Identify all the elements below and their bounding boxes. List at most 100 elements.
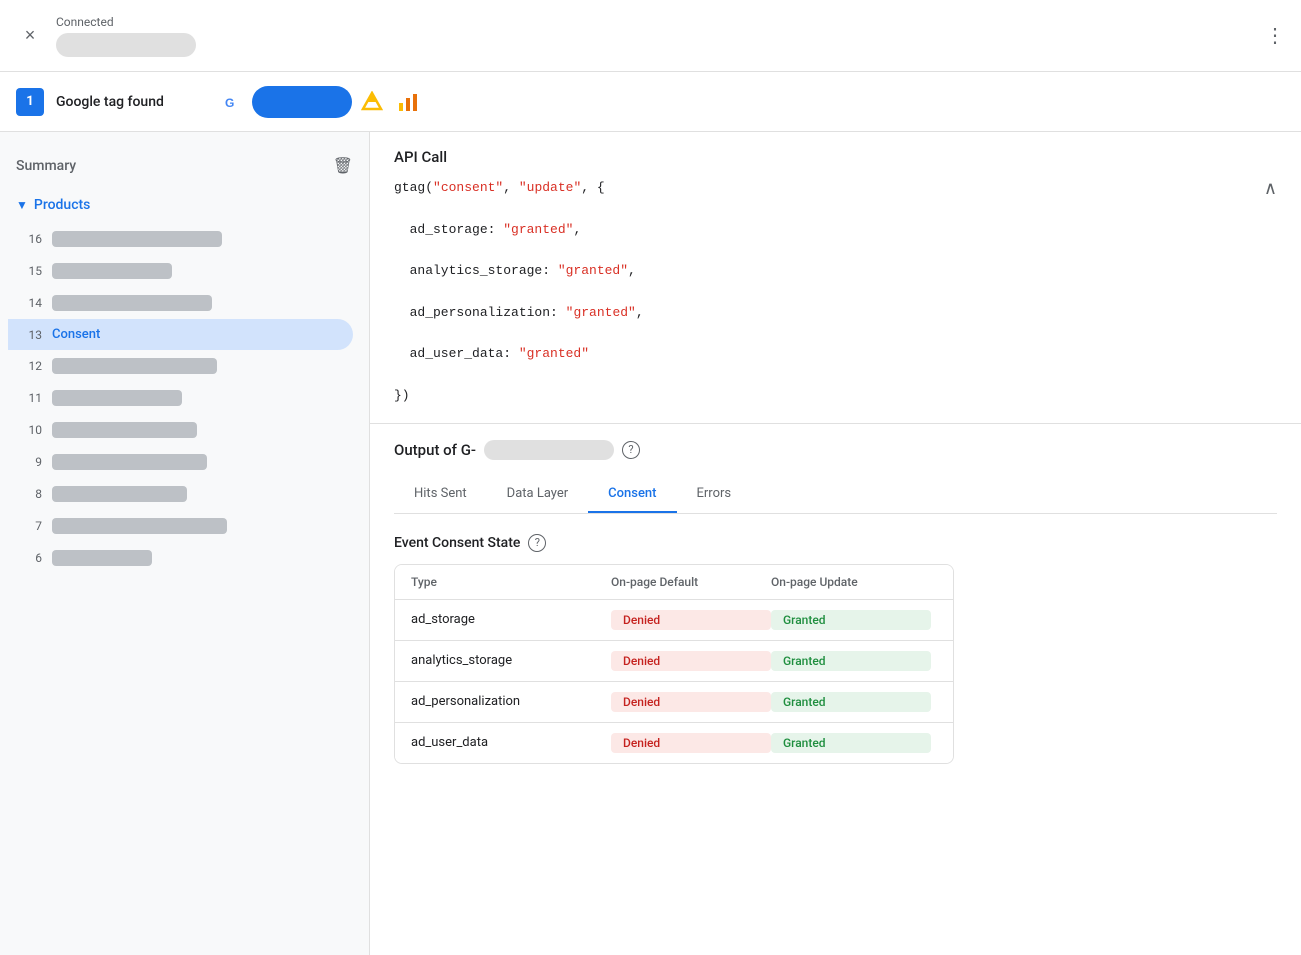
tab-hits-sent[interactable]: Hits Sent: [394, 476, 487, 513]
consent-default-analytics-storage: Denied: [611, 651, 771, 671]
consent-state-header: Event Consent State ?: [394, 534, 1277, 552]
tab-consent[interactable]: Consent: [588, 476, 676, 513]
more-button[interactable]: ⋮: [1265, 23, 1285, 48]
consent-help-icon[interactable]: ?: [528, 534, 546, 552]
code-ad-storage-val: "granted": [503, 222, 573, 237]
sidebar-item-14[interactable]: 14: [8, 287, 353, 319]
item-bar-7: [52, 518, 227, 534]
code-line-1: gtag("consent", "update", {: [394, 178, 1277, 199]
tab-errors[interactable]: Errors: [677, 476, 752, 513]
code-analytics-storage-val: "granted": [558, 263, 628, 278]
sidebar-item-6[interactable]: 6: [8, 542, 353, 574]
sidebar-item-15[interactable]: 15: [8, 255, 353, 287]
header-icons: G: [216, 86, 424, 118]
connected-label: Connected: [56, 15, 196, 57]
sidebar-items: 16 15 14 13 Consent: [8, 219, 361, 578]
code-line-5: ad_user_data: "granted": [394, 344, 1277, 365]
products-arrow-icon: ▼: [16, 198, 28, 212]
collapse-button[interactable]: ∧: [1264, 178, 1277, 199]
consent-row-ad-storage: ad_storage Denied Granted: [395, 600, 953, 641]
code-line-2: ad_storage: "granted",: [394, 220, 1277, 241]
output-tabs: Hits Sent Data Layer Consent Errors: [394, 476, 1277, 514]
consent-default-ad-personalization: Denied: [611, 692, 771, 712]
item-bar-12: [52, 358, 217, 374]
item-num-10: 10: [24, 423, 42, 437]
sidebar-item-7[interactable]: 7: [8, 510, 353, 542]
item-bar-8: [52, 486, 187, 502]
item-num-13: 13: [24, 328, 42, 342]
consent-row-analytics-storage: analytics_storage Denied Granted: [395, 641, 953, 682]
item-num-12: 12: [24, 359, 42, 373]
tag-found-label: Google tag found: [56, 94, 164, 110]
item-num-15: 15: [24, 264, 42, 278]
consent-default-ad-user-data: Denied: [611, 733, 771, 753]
code-update-str: "update": [519, 180, 581, 195]
item-bar-6: [52, 550, 152, 566]
trash-icon[interactable]: 🗑: [333, 156, 353, 175]
sidebar-item-8[interactable]: 8: [8, 478, 353, 510]
summary-label: Summary: [16, 158, 76, 174]
sidebar-item-9[interactable]: 9: [8, 446, 353, 478]
col-update: On-page Update: [771, 575, 931, 589]
item-bar-11: [52, 390, 182, 406]
sidebar-item-16[interactable]: 16: [8, 223, 353, 255]
consent-row-ad-personalization: ad_personalization Denied Granted: [395, 682, 953, 723]
item-num-9: 9: [24, 455, 42, 469]
consent-type-ad-storage: ad_storage: [411, 612, 611, 627]
col-type: Type: [411, 575, 611, 589]
header-bar: 1 Google tag found G: [0, 72, 1301, 132]
products-section: ▼ Products 16 15 14: [0, 191, 369, 578]
tab-data-layer[interactable]: Data Layer: [487, 476, 589, 513]
item-num-7: 7: [24, 519, 42, 533]
sidebar-item-11[interactable]: 11: [8, 382, 353, 414]
top-bar-left: × Connected: [16, 15, 196, 57]
item-num-14: 14: [24, 296, 42, 310]
code-ad-user-data-val: "granted": [519, 346, 589, 361]
products-header[interactable]: ▼ Products: [8, 191, 361, 219]
content-area: API Call ∧ gtag("consent", "update", { a…: [370, 132, 1301, 955]
consent-table: Type On-page Default On-page Update ad_s…: [394, 564, 954, 764]
item-num-11: 11: [24, 391, 42, 405]
item-num-16: 16: [24, 232, 42, 246]
connected-text: Connected: [56, 15, 196, 29]
sidebar-summary: Summary 🗑: [0, 148, 369, 183]
blue-pill-button[interactable]: [252, 86, 352, 118]
api-call-title: API Call: [394, 148, 1277, 166]
consent-update-ad-personalization: Granted: [771, 692, 931, 712]
code-consent-str: "consent": [433, 180, 503, 195]
consent-state-label: Event Consent State: [394, 535, 520, 551]
col-default: On-page Default: [611, 575, 771, 589]
tag-badge: 1: [16, 88, 44, 116]
connected-pill: [56, 33, 196, 57]
analytics-icon-button[interactable]: [392, 86, 424, 118]
close-button[interactable]: ×: [16, 22, 44, 50]
products-label: Products: [34, 197, 91, 213]
item-bar-16: [52, 231, 222, 247]
consent-table-header: Type On-page Default On-page Update: [395, 565, 953, 600]
item-bar-15: [52, 263, 172, 279]
code-ad-personalization-val: "granted": [566, 305, 636, 320]
gtm-icon-button[interactable]: G: [216, 86, 248, 118]
output-id-pill: [484, 440, 614, 460]
code-line-4: ad_personalization: "granted",: [394, 303, 1277, 324]
consent-type-analytics-storage: analytics_storage: [411, 653, 611, 668]
output-title: Output of G-: [394, 441, 476, 459]
main-layout: Summary 🗑 ▼ Products 16 15: [0, 132, 1301, 955]
code-line-6: }): [394, 386, 1277, 407]
sidebar-item-10[interactable]: 10: [8, 414, 353, 446]
output-section: Output of G- ? Hits Sent Data Layer Cons…: [370, 424, 1301, 780]
api-call-section: API Call ∧ gtag("consent", "update", { a…: [370, 132, 1301, 424]
sidebar-item-13-consent[interactable]: 13 Consent: [8, 319, 353, 350]
consent-type-ad-personalization: ad_personalization: [411, 694, 611, 709]
item-num-8: 8: [24, 487, 42, 501]
item-bar-14: [52, 295, 212, 311]
code-line-3: analytics_storage: "granted",: [394, 261, 1277, 282]
sidebar-item-12[interactable]: 12: [8, 350, 353, 382]
google-ads-icon-button[interactable]: [356, 86, 388, 118]
consent-type-ad-user-data: ad_user_data: [411, 735, 611, 750]
help-icon[interactable]: ?: [622, 441, 640, 459]
top-bar: × Connected ⋮: [0, 0, 1301, 72]
consent-row-ad-user-data: ad_user_data Denied Granted: [395, 723, 953, 763]
code-gtag: gtag(: [394, 180, 433, 195]
consent-update-ad-user-data: Granted: [771, 733, 931, 753]
